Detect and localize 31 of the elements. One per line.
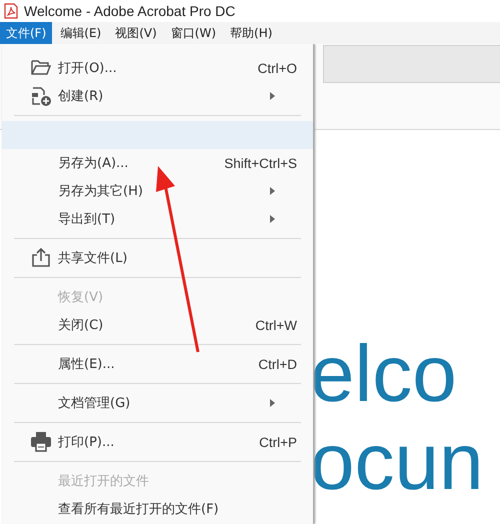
menu-item[interactable]: 创建(R) [58, 87, 270, 105]
welcome-heading: ocun [310, 418, 484, 506]
menu-item[interactable]: 打开(O)... [58, 59, 258, 77]
share-icon [30, 247, 52, 269]
shortcut-label: Ctrl+W [255, 318, 297, 332]
menu-item[interactable]: 文档管理(G) [58, 394, 270, 412]
menu-item[interactable]: 文件(F) [0, 22, 52, 44]
menu-item[interactable]: 关闭(C) [58, 316, 256, 334]
menu-item[interactable]: 另存为(A)... [58, 154, 224, 172]
menu-item: 最近打开的文件 [58, 473, 150, 490]
shortcut-label: Ctrl+P [259, 434, 297, 450]
shortcut-label: Ctrl+O [258, 60, 297, 76]
menu-item[interactable]: 导出到(T) [58, 210, 270, 228]
pdf-icon [4, 3, 18, 19]
shortcut-label: Ctrl+D [258, 356, 297, 372]
menu-item: 恢复(V) [58, 289, 104, 306]
window-title: Welcome - Adobe Acrobat Pro DC [24, 3, 236, 19]
document-plus-icon [30, 85, 52, 107]
menu-item[interactable]: 另存为其它(H) [58, 182, 270, 200]
menu-item[interactable]: 打印(P)... [58, 433, 260, 451]
print-icon [30, 431, 52, 453]
menu-item[interactable]: 编辑(E) [54, 22, 108, 44]
menu-item[interactable]: 帮助(H) [224, 22, 278, 44]
menu-item[interactable]: 共享文件(L) [58, 249, 297, 267]
menu-item[interactable]: 查看所有最近打开的文件(F) [58, 500, 297, 518]
menu-item[interactable]: 窗口(W) [164, 22, 222, 44]
menu-item[interactable]: 视图(V) [109, 22, 163, 44]
menu-row[interactable] [2, 121, 313, 149]
shortcut-label: Shift+Ctrl+S [224, 156, 297, 170]
welcome-heading: elco [310, 330, 458, 418]
menu-item[interactable]: 属性(E)... [58, 355, 258, 373]
